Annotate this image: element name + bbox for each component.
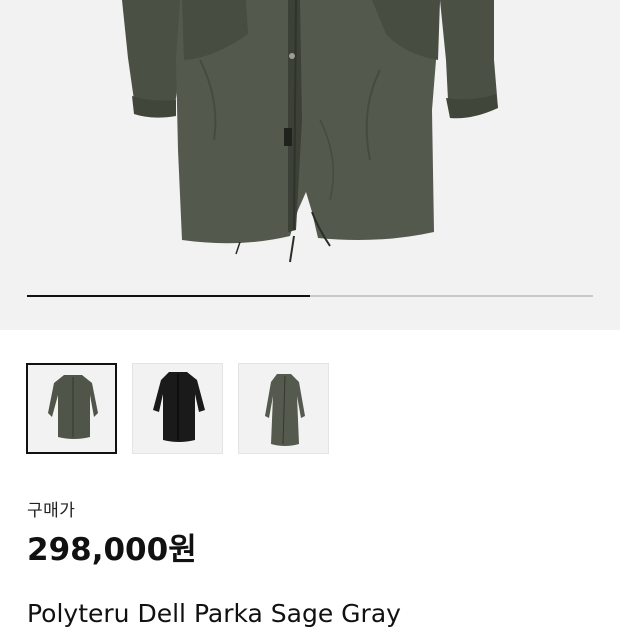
product-price: 298,000원 [27, 532, 197, 568]
parka-folded-thumbnail-image [265, 374, 305, 446]
thumbnail-3[interactable] [238, 363, 329, 454]
thumbnail-1[interactable] [26, 363, 117, 454]
thumbnail-2[interactable] [132, 363, 223, 454]
purchase-price-label: 구매가 [27, 501, 76, 521]
black-parka-thumbnail-image [153, 372, 205, 442]
carousel-progress-track [27, 295, 593, 297]
carousel-progress-fill [27, 295, 310, 297]
product-title: Polyteru Dell Parka Sage Gray [27, 599, 401, 628]
product-image-carousel[interactable] [0, 0, 620, 330]
parka-main-image [122, 0, 498, 263]
parka-thumbnail-image [48, 375, 98, 439]
